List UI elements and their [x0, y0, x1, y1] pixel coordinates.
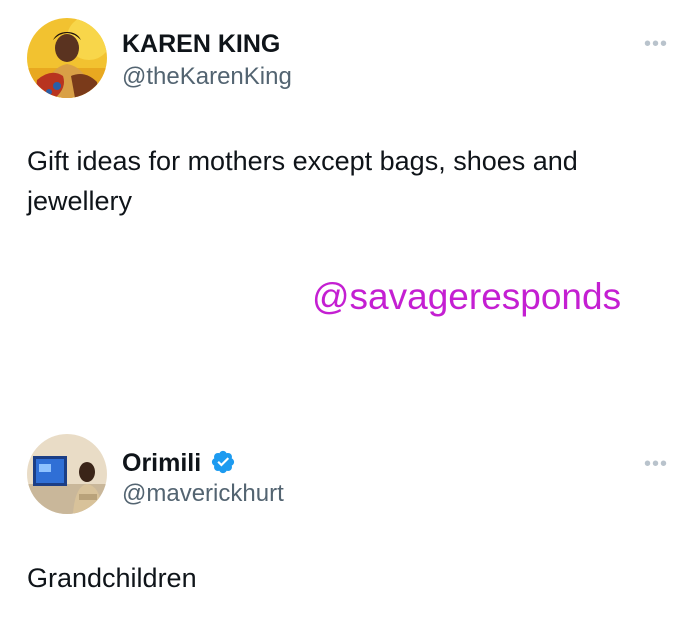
orimili-avatar[interactable] — [27, 434, 107, 514]
karen-king-handle[interactable]: @theKarenKing — [122, 63, 292, 91]
savageresponds-watermark: @savageresponds — [312, 276, 622, 317]
tweet-karen-king: KAREN KING @theKarenKing ••• Gift ideas … — [0, 0, 700, 260]
karen-king-tweet-text: Gift ideas for mothers except bags, shoe… — [27, 146, 578, 216]
more-options-icon[interactable]: ••• — [644, 34, 668, 54]
avatar-photo — [27, 434, 107, 514]
karen-king-display-name[interactable]: KAREN KING — [122, 30, 280, 59]
avatar-photo — [27, 18, 107, 98]
orimili-handle[interactable]: @maverickhurt — [122, 480, 284, 508]
verified-badge-icon — [211, 450, 235, 474]
orimili-display-name[interactable]: Orimili — [122, 449, 201, 478]
tweet-orimili: Orimili @maverickhurt ••• Grandchildren — [0, 420, 700, 622]
orimili-tweet-text: Grandchildren — [27, 563, 197, 593]
karen-king-avatar[interactable] — [27, 18, 107, 98]
more-options-icon[interactable]: ••• — [644, 454, 668, 474]
